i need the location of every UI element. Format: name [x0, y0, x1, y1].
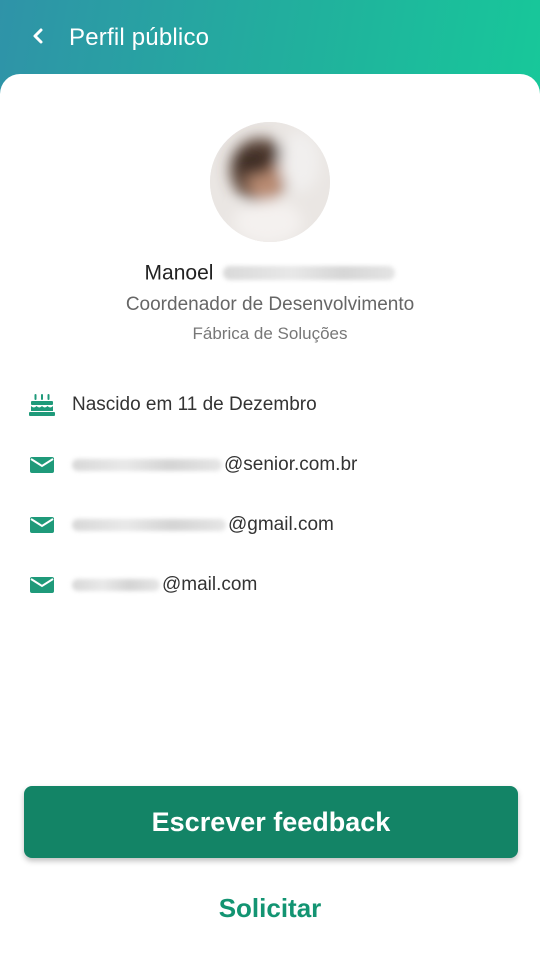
- write-feedback-button[interactable]: Escrever feedback: [24, 786, 518, 858]
- email-text[interactable]: @senior.com.br: [72, 447, 357, 483]
- birthday-cake-icon: [28, 391, 56, 419]
- redacted-email-user: [72, 578, 160, 591]
- profile-card: Manoel Coordenador de Desenvolvimento Fá…: [0, 74, 540, 965]
- mail-icon: [28, 571, 56, 599]
- redacted-email-user: [72, 518, 226, 531]
- birthday-row: Nascido em 11 de Dezembro: [0, 387, 540, 423]
- mail-icon: [28, 451, 56, 479]
- email-text[interactable]: @mail.com: [72, 567, 257, 603]
- first-name: Manoel: [144, 261, 214, 285]
- redacted-surname: [223, 266, 396, 281]
- email-domain: @gmail.com: [228, 514, 334, 535]
- back-button[interactable]: [20, 22, 56, 54]
- page-title: Perfil público: [69, 24, 210, 51]
- email-row-gmail[interactable]: @gmail.com: [0, 507, 540, 543]
- profile-name: Manoel: [0, 258, 540, 288]
- chevron-left-icon: [31, 27, 45, 50]
- avatar: [210, 122, 330, 242]
- request-button[interactable]: Solicitar: [170, 884, 370, 932]
- mail-icon: [28, 511, 56, 539]
- email-text[interactable]: @gmail.com: [72, 507, 334, 543]
- email-row-corporate[interactable]: @senior.com.br: [0, 447, 540, 483]
- email-domain: @mail.com: [162, 574, 258, 595]
- email-domain: @senior.com.br: [224, 454, 358, 475]
- redacted-email-user: [72, 458, 222, 471]
- birthday-text: Nascido em 11 de Dezembro: [72, 394, 317, 415]
- job-title: Coordenador de Desenvolvimento: [125, 294, 415, 315]
- department: Fábrica de Soluções: [192, 324, 348, 343]
- email-row-mail[interactable]: @mail.com: [0, 567, 540, 603]
